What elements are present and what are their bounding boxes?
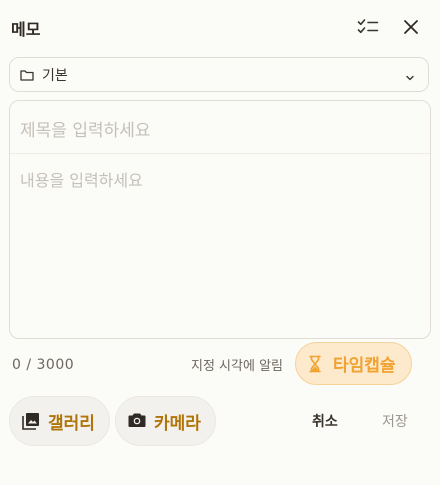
memo-editor: 제목을 입력하세요 내용을 입력하세요 (9, 100, 431, 339)
time-capsule-label: 타임캡슐 (333, 356, 396, 376)
camera-icon (128, 412, 146, 430)
body-placeholder: 내용을 입력하세요 (20, 171, 143, 190)
gallery-label: 갤러리 (48, 413, 95, 434)
chevron-down-icon (404, 69, 416, 81)
close-icon (403, 19, 419, 39)
checklist-button[interactable] (351, 14, 385, 44)
folder-icon (20, 68, 34, 82)
camera-button[interactable]: 카메라 (115, 396, 216, 446)
checklist-icon (357, 18, 379, 40)
camera-label: 카메라 (154, 413, 201, 434)
folder-select[interactable]: 기본 (9, 57, 429, 92)
remind-label: 지정 시각에 알림 (191, 359, 283, 374)
close-button[interactable] (396, 14, 426, 44)
cancel-button[interactable]: 취소 (312, 411, 338, 431)
gallery-icon (22, 412, 40, 430)
hourglass-icon (309, 355, 321, 373)
title-placeholder: 제목을 입력하세요 (20, 121, 151, 141)
folder-label: 기본 (42, 67, 68, 84)
page-title: 메모 (11, 20, 41, 39)
gallery-button[interactable]: 갤러리 (9, 396, 110, 446)
time-capsule-button[interactable]: 타임캡슐 (295, 342, 412, 385)
character-counter: 0 / 3000 (12, 357, 75, 373)
save-button[interactable]: 저장 (382, 411, 408, 431)
title-input[interactable]: 제목을 입력하세요 (10, 101, 430, 154)
